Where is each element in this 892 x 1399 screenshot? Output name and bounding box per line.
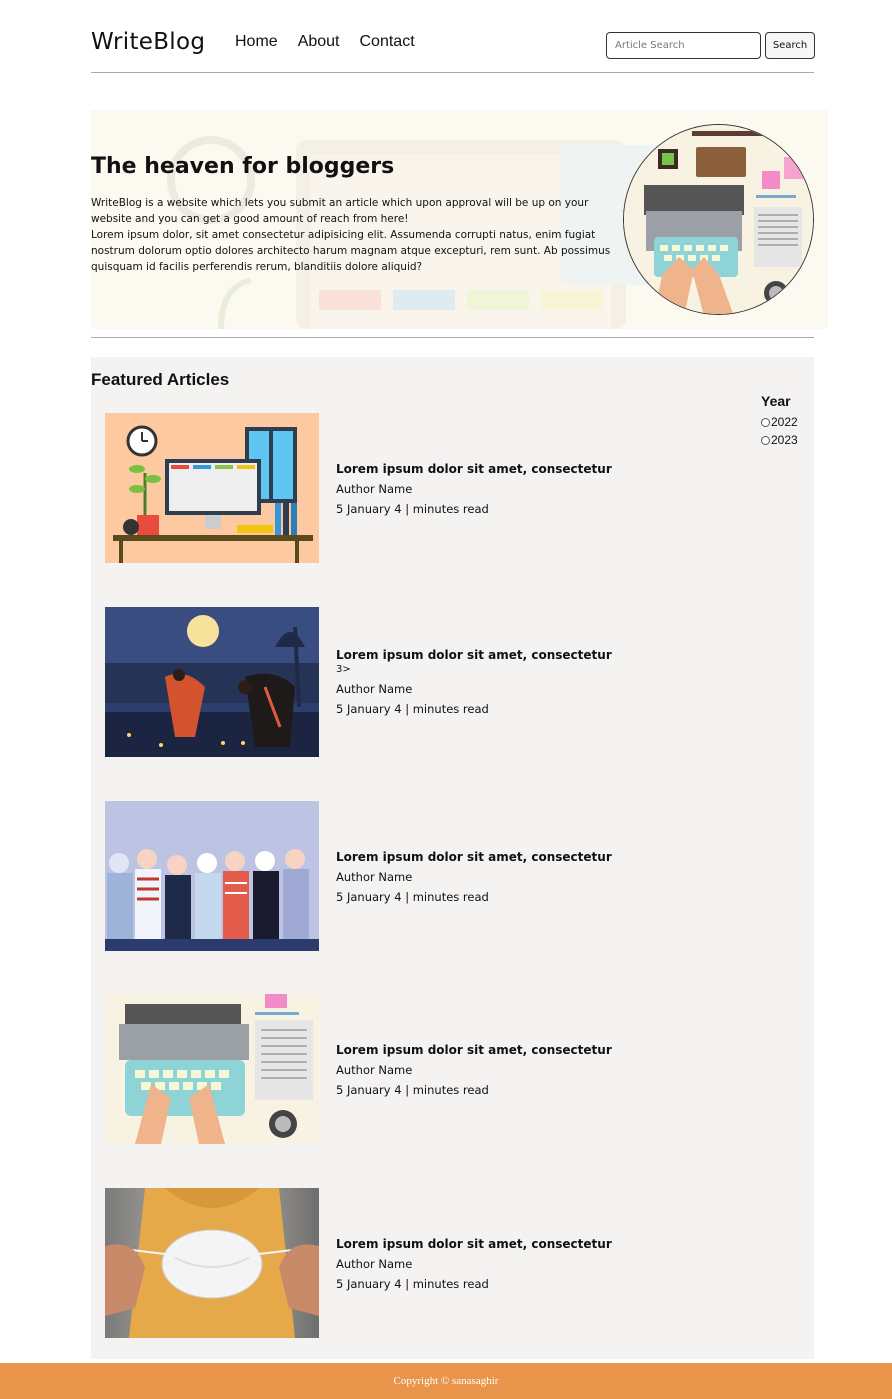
article-meta: 5 January 4 | minutes read <box>336 1277 489 1291</box>
article-thumbnail[interactable] <box>105 801 319 951</box>
article-card[interactable]: Lorem ipsum dolor sit amet, consectetur … <box>105 801 745 951</box>
article-badge: 3> <box>336 664 351 675</box>
night-festival-illustration <box>105 607 319 757</box>
site-header: WriteBlog Home About Contact Search <box>91 0 815 73</box>
radio-2022[interactable] <box>761 417 770 427</box>
article-thumbnail[interactable] <box>105 994 319 1144</box>
article-info: Lorem ipsum dolor sit amet, consectetur … <box>336 1236 612 1292</box>
face-mask-photo <box>105 1188 319 1338</box>
radio-2023[interactable] <box>761 435 770 445</box>
typewriter-thumbnail-illustration <box>105 994 319 1144</box>
article-author: Author Name <box>336 870 413 884</box>
article-search-input[interactable] <box>606 32 761 59</box>
article-info: Lorem ipsum dolor sit amet, consectetur … <box>336 647 612 717</box>
article-thumbnail[interactable] <box>105 607 319 757</box>
article-card[interactable]: Lorem ipsum dolor sit amet, consectetur … <box>105 413 745 563</box>
article-title[interactable]: Lorem ipsum dolor sit amet, consectetur <box>336 461 612 477</box>
article-thumbnail[interactable] <box>105 1188 319 1338</box>
section-divider <box>91 337 814 338</box>
year-option-label: 2023 <box>771 433 798 447</box>
article-author: Author Name <box>336 482 413 496</box>
year-filter: Year 2022 2023 <box>761 393 798 449</box>
nav-contact[interactable]: Contact <box>360 33 415 51</box>
article-info: Lorem ipsum dolor sit amet, consectetur … <box>336 1042 612 1098</box>
copyright-text: Copyright © sanasaghir <box>393 1375 499 1387</box>
desk-illustration <box>105 413 319 563</box>
article-author: Author Name <box>336 1063 413 1077</box>
year-filter-title: Year <box>761 393 791 409</box>
article-meta: 5 January 4 | minutes read <box>336 502 489 516</box>
hero-typewriter-image <box>623 124 814 315</box>
hero-banner: The heaven for bloggers WriteBlog is a w… <box>91 110 828 329</box>
article-title[interactable]: Lorem ipsum dolor sit amet, consectetur <box>336 1042 612 1058</box>
nav-home[interactable]: Home <box>235 33 278 51</box>
typewriter-illustration <box>624 125 813 314</box>
featured-articles-section: Featured Articles Year 2022 2023 Lorem i… <box>91 357 814 1359</box>
hero-description-line-1: WriteBlog is a website which lets you su… <box>91 197 589 225</box>
article-card[interactable]: Lorem ipsum dolor sit amet, consectetur … <box>105 607 745 757</box>
article-title[interactable]: Lorem ipsum dolor sit amet, consectetur <box>336 647 612 663</box>
featured-articles-title: Featured Articles <box>91 370 230 389</box>
search-button[interactable]: Search <box>765 32 815 59</box>
article-thumbnail[interactable] <box>105 413 319 563</box>
hero-title: The heaven for bloggers <box>91 154 395 179</box>
year-option-2022[interactable]: 2022 <box>761 413 798 431</box>
site-footer: Copyright © sanasaghir <box>0 1363 892 1399</box>
article-author: Author Name <box>336 682 413 696</box>
article-author: Author Name <box>336 1257 413 1271</box>
article-meta: 5 January 4 | minutes read <box>336 702 489 716</box>
year-option-2023[interactable]: 2023 <box>761 431 798 449</box>
hero-description: WriteBlog is a website which lets you su… <box>91 195 611 275</box>
main-nav: Home About Contact <box>235 33 415 51</box>
article-info: Lorem ipsum dolor sit amet, consectetur … <box>336 849 612 905</box>
article-title[interactable]: Lorem ipsum dolor sit amet, consectetur <box>336 849 612 865</box>
article-meta: 5 January 4 | minutes read <box>336 1083 489 1097</box>
brand-logo[interactable]: WriteBlog <box>91 29 205 55</box>
article-card[interactable]: Lorem ipsum dolor sit amet, consectetur … <box>105 994 745 1144</box>
year-option-label: 2022 <box>771 415 798 429</box>
crowd-illustration <box>105 801 319 951</box>
article-meta: 5 January 4 | minutes read <box>336 890 489 904</box>
article-title[interactable]: Lorem ipsum dolor sit amet, consectetur <box>336 1236 612 1252</box>
article-card[interactable]: Lorem ipsum dolor sit amet, consectetur … <box>105 1188 745 1338</box>
nav-about[interactable]: About <box>298 33 340 51</box>
article-info: Lorem ipsum dolor sit amet, consectetur … <box>336 461 612 517</box>
hero-description-line-2: Lorem ipsum dolor, sit amet consectetur … <box>91 229 611 273</box>
